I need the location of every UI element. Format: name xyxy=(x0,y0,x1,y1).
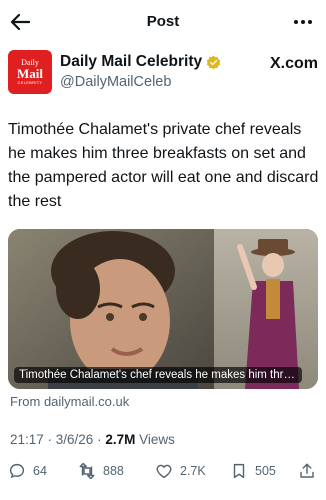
top-bar: Post xyxy=(0,0,326,44)
views-label: Views xyxy=(135,432,175,447)
avatar[interactable]: Daily Mail CELEBRITY xyxy=(8,50,52,94)
card-image xyxy=(8,229,318,389)
link-card[interactable]: Timothée Chalamet's chef reveals he make… xyxy=(8,229,318,389)
author-row: Daily Mail CELEBRITY Daily Mail Celebrit… xyxy=(8,50,318,98)
reply-icon xyxy=(9,463,25,479)
post-time-date: 21:17 · 3/6/26 · xyxy=(10,432,106,447)
repost-count: 888 xyxy=(103,464,124,478)
tweet-text: Timothée Chalamet's private chef reveals… xyxy=(8,121,319,210)
repost-button[interactable]: 888 xyxy=(78,462,124,480)
bookmark-icon xyxy=(233,463,245,479)
like-count: 2.7K xyxy=(180,464,206,478)
reply-count: 64 xyxy=(33,464,47,478)
repost-icon xyxy=(79,462,95,480)
verified-badge-icon xyxy=(206,55,221,69)
post-meta: 21:17 · 3/6/26 · 2.7M Views xyxy=(10,432,175,447)
share-icon xyxy=(300,463,314,478)
page-title: Post xyxy=(146,13,180,30)
bookmark-button[interactable]: 505 xyxy=(230,462,276,480)
more-button[interactable] xyxy=(292,12,314,32)
views-count: 2.7M xyxy=(105,432,136,447)
like-icon xyxy=(156,464,172,479)
site-brand: X.com xyxy=(269,55,318,72)
more-icon xyxy=(294,20,312,24)
bookmark-count: 505 xyxy=(255,464,276,478)
card-caption: Timothée Chalamet's chef reveals he make… xyxy=(14,367,302,383)
action-bar: 64 888 2.7K 505 xyxy=(0,462,326,486)
name-row: Daily Mail Celebrity xyxy=(60,53,221,71)
display-name[interactable]: Daily Mail Celebrity xyxy=(60,53,202,71)
share-button[interactable] xyxy=(298,462,316,480)
reply-button[interactable]: 64 xyxy=(8,462,47,480)
handle[interactable]: @DailyMailCeleb xyxy=(60,74,171,90)
card-source[interactable]: From dailymail.co.uk xyxy=(10,394,129,409)
like-button[interactable]: 2.7K xyxy=(155,462,206,480)
